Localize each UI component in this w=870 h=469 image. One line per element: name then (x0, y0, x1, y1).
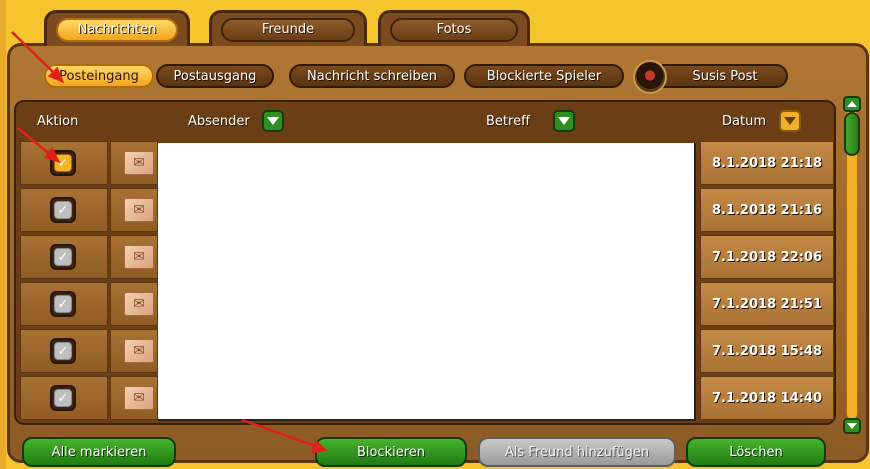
row-date: 7.1.2018 14:40 (700, 376, 834, 420)
chevron-down-icon (784, 117, 796, 125)
avatar[interactable] (633, 60, 667, 94)
row-checkbox[interactable]: ✓ (50, 291, 76, 317)
check-icon: ✓ (54, 389, 72, 407)
row-checkbox[interactable]: ✓ (50, 197, 76, 223)
sort-datum-button[interactable] (779, 110, 801, 132)
row-checkbox[interactable]: ✓ (50, 244, 76, 270)
check-icon: ✓ (54, 201, 72, 219)
tab-freunde[interactable]: Freunde (209, 10, 367, 46)
envelope-icon: ✉ (124, 339, 154, 363)
chevron-down-icon (847, 423, 857, 429)
envelope-icon: ✉ (124, 151, 154, 175)
chevron-down-icon (558, 117, 570, 125)
sort-absender-button[interactable] (262, 110, 284, 132)
left-frame-edge (0, 0, 6, 469)
chevron-down-icon (267, 117, 279, 125)
chevron-up-icon (847, 101, 857, 107)
header-aktion: Aktion (37, 114, 79, 129)
tab-nachrichten[interactable]: Nachrichten (44, 10, 190, 46)
subnav-blockierte-spieler[interactable]: Blockierte Spieler (464, 64, 624, 88)
subnav-posteingang[interactable]: Posteingang (44, 64, 154, 88)
subnav-postausgang[interactable]: Postausgang (156, 64, 274, 88)
tab-fotos[interactable]: Fotos (378, 10, 530, 46)
subnav-nachricht-schreiben[interactable]: Nachricht schreiben (289, 64, 455, 88)
check-icon: ✓ (54, 295, 72, 313)
row-checkbox[interactable]: ✓ (50, 338, 76, 364)
row-date: 7.1.2018 22:06 (700, 235, 834, 279)
header-absender: Absender (188, 114, 250, 129)
row-date: 8.1.2018 21:16 (700, 188, 834, 232)
row-checkbox[interactable]: ✓ (50, 385, 76, 411)
check-icon: ✓ (54, 248, 72, 266)
scroll-down-button[interactable] (843, 418, 861, 434)
scrollbar-thumb[interactable] (844, 112, 860, 156)
block-button[interactable]: Blockieren (315, 437, 467, 467)
delete-button[interactable]: Löschen (686, 437, 826, 467)
envelope-icon: ✉ (124, 245, 154, 269)
tab-nachrichten-label: Nachrichten (56, 17, 178, 42)
envelope-icon: ✉ (124, 386, 154, 410)
check-icon: ✓ (54, 342, 72, 360)
row-date: 8.1.2018 21:18 (700, 141, 834, 185)
header-betreff: Betreff (486, 114, 531, 129)
check-icon: ✓ (54, 154, 72, 172)
tab-fotos-label: Fotos (390, 17, 518, 42)
susis-post-button[interactable]: Susis Post (662, 64, 788, 88)
add-friend-button[interactable]: Als Freund hinzufügen (478, 437, 676, 467)
row-checkbox[interactable]: ✓ (50, 150, 76, 176)
redacted-content-panel (158, 143, 696, 421)
row-date: 7.1.2018 15:48 (700, 329, 834, 373)
scroll-up-button[interactable] (843, 96, 861, 112)
tab-freunde-label: Freunde (221, 17, 355, 42)
select-all-button[interactable]: Alle markieren (22, 437, 176, 467)
header-datum: Datum (722, 114, 766, 129)
row-date: 7.1.2018 21:51 (700, 282, 834, 326)
sort-betreff-button[interactable] (553, 110, 575, 132)
envelope-icon: ✉ (124, 292, 154, 316)
envelope-icon: ✉ (124, 198, 154, 222)
